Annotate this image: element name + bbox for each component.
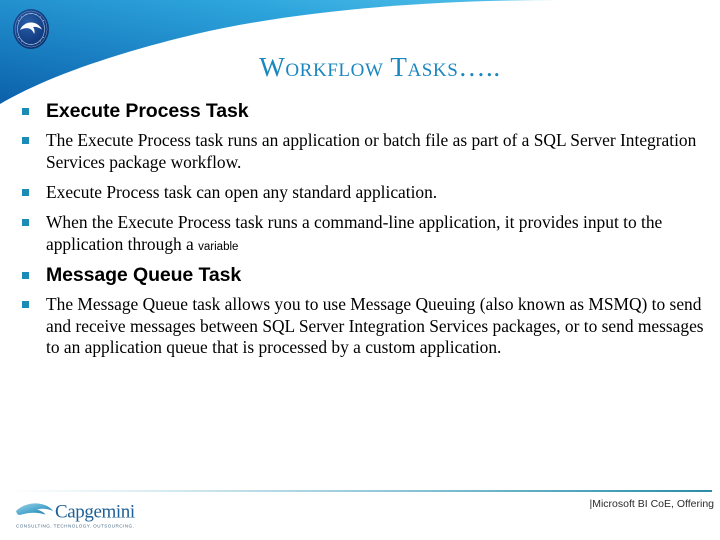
- list-item: The Message Queue task allows you to use…: [16, 294, 708, 360]
- bullet-text: Execute Process task can open any standa…: [46, 181, 438, 202]
- footer-divider: [8, 490, 712, 492]
- bullet-square-icon: [22, 188, 29, 196]
- slide-canvas: Workflow Tasks….. Execute Process Task T…: [0, 0, 720, 540]
- page-title: Workflow Tasks…..: [259, 52, 501, 82]
- bullet-square-icon: [22, 137, 29, 144]
- svg-text:Capgemini: Capgemini: [55, 502, 135, 523]
- bullet-square-icon: [22, 218, 29, 226]
- bullet-text-small-tail: variable: [198, 240, 239, 253]
- content-bullet-list: Execute Process Task The Execute Process…: [16, 100, 708, 367]
- bullet-square-icon: [22, 108, 29, 115]
- list-item: Execute Process task can open any standa…: [16, 182, 708, 204]
- svg-text:CONSULTING. TECHNOLOGY. OUTSOU: CONSULTING. TECHNOLOGY. OUTSOURCING.: [16, 524, 134, 529]
- list-item: Message Queue Task: [16, 264, 708, 287]
- bullet-text-main: When the Execute Process task runs a com…: [46, 211, 663, 254]
- bullet-text: The Message Queue task allows you to use…: [46, 293, 704, 358]
- bullet-text: The Execute Process task runs an applica…: [46, 130, 697, 172]
- list-item: The Execute Process task runs an applica…: [16, 130, 708, 174]
- capgemini-logo: Capgemini CONSULTING. TECHNOLOGY. OUTSOU…: [14, 498, 154, 532]
- footer-note-text: |Microsoft BI CoE, Offering: [589, 498, 715, 510]
- bullet-text: Message Queue Task: [46, 263, 242, 286]
- organization-seal-icon: [12, 8, 50, 50]
- bullet-square-icon: [22, 271, 29, 279]
- bullet-text: Execute Process Task: [46, 100, 249, 122]
- bullet-square-icon: [22, 300, 29, 308]
- list-item: Execute Process Task: [16, 100, 708, 123]
- list-item: When the Execute Process task runs a com…: [16, 212, 708, 256]
- bullet-text: When the Execute Process task runs a com…: [46, 212, 708, 256]
